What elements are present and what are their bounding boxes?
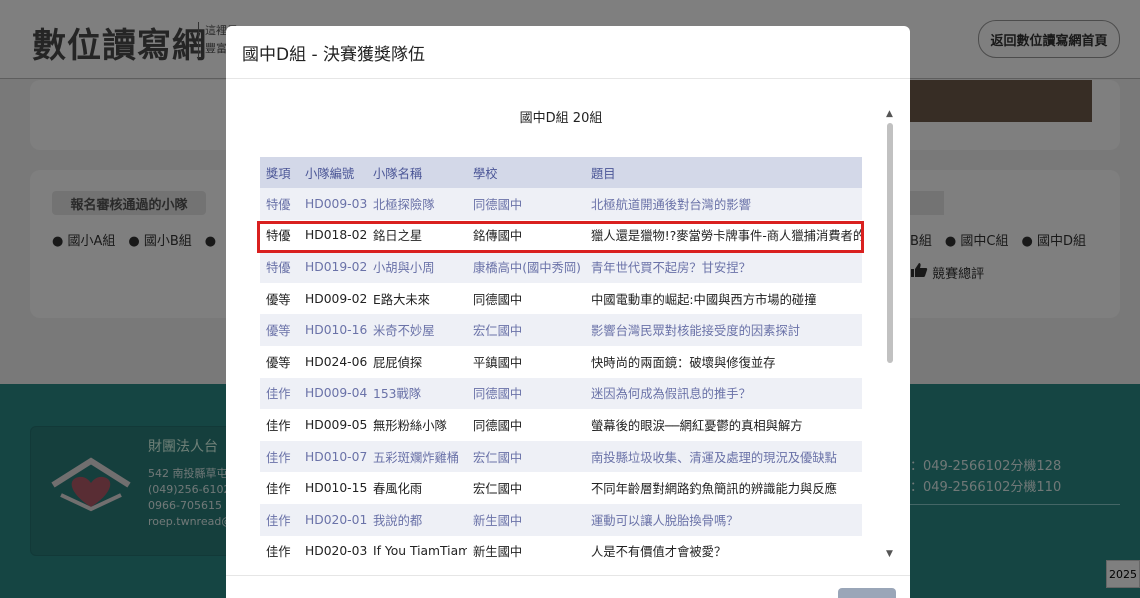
modal-header: 國中D組 - 決賽獲獎隊伍 [226, 26, 910, 79]
table-row: 佳作 HD020-01 我說的都 新生國中 運動可以讓人脫胎換骨嗎？ [260, 503, 862, 536]
cell-topic: 中國電動車的崛起:中國與西方市場的碰撞 [585, 282, 862, 315]
table-row: 佳作 HD020-03 If You TiamTiam 新生國中 人是不有價值才… [260, 535, 862, 568]
cell-award: 優等 [260, 282, 299, 315]
cell-team-id: HD010-16 [299, 314, 367, 346]
cell-school: 同德國中 [467, 282, 585, 315]
cell-team-name: 無形粉絲小隊 [367, 409, 467, 441]
cell-school: 平鎮國中 [467, 345, 585, 378]
scrollbar-thumb[interactable] [887, 123, 893, 363]
table-row: 優等 HD010-16 米奇不妙屋 宏仁國中 影響台灣民眾對核能接受度的因素探討 [260, 314, 862, 346]
cell-team-name: 153戰隊 [367, 377, 467, 410]
cell-team-name: E路大未來 [367, 282, 467, 315]
awards-table: 獎項 小隊編號 小隊名稱 學校 題目 特優 HD009-03 北極探險隊 同德國… [260, 157, 862, 568]
cell-school: 宏仁國中 [467, 440, 585, 473]
cell-team-name: 小胡與小周 [367, 251, 467, 283]
cell-team-name: If You TiamTiam [367, 535, 467, 568]
scroll-up-arrow-icon[interactable]: ▲ [886, 109, 893, 119]
cell-award: 佳作 [260, 535, 299, 568]
table-row: 優等 HD009-02 E路大未來 同德國中 中國電動車的崛起:中國與西方市場的… [260, 282, 862, 315]
cell-school: 新生國中 [467, 535, 585, 568]
cell-award: 佳作 [260, 377, 299, 410]
header-team-id: 小隊編號 [299, 157, 367, 188]
cell-award: 優等 [260, 345, 299, 378]
cell-school: 宏仁國中 [467, 314, 585, 346]
cell-topic: 人是不有價值才會被愛？ [585, 535, 862, 568]
cell-team-name: 我說的都 [367, 503, 467, 536]
cell-team-id: HD009-04 [299, 377, 367, 410]
table-row: 佳作 HD009-04 153戰隊 同德國中 迷因為何成為假訊息的推手？ [260, 377, 862, 410]
cell-topic: 迷因為何成為假訊息的推手？ [585, 377, 862, 410]
table-header-row: 獎項 小隊編號 小隊名稱 學校 題目 [260, 157, 862, 188]
table-row: 特優 HD009-03 北極探險隊 同德國中 北極航道開通後對台灣的影響 [260, 188, 862, 220]
cell-team-id: HD009-03 [299, 188, 367, 220]
cell-topic: 青年世代買不起房？甘安捏？ [585, 251, 862, 283]
cell-award: 佳作 [260, 503, 299, 536]
cell-award: 佳作 [260, 409, 299, 441]
cell-award: 特優 [260, 251, 299, 283]
cell-award: 優等 [260, 314, 299, 346]
cell-team-id: HD010-15 [299, 472, 367, 504]
cell-team-id: HD020-03 [299, 535, 367, 568]
header-award: 獎項 [260, 157, 299, 188]
scroll-down-arrow-icon[interactable]: ▼ [886, 549, 893, 559]
header-topic: 題目 [585, 157, 862, 188]
group-count-heading: 國中D組 20組 [519, 111, 603, 126]
cell-topic: 螢幕後的眼淚──網紅憂鬱的真相與解方 [585, 409, 862, 441]
cell-topic: 北極航道開通後對台灣的影響 [585, 188, 862, 220]
awards-modal: 國中D組 - 決賽獲獎隊伍 國中D組 20組 獎項 小隊編號 小隊名稱 學校 題… [226, 26, 910, 598]
table-row: 特優 HD019-02 小胡與小周 康橋高中(國中秀岡) 青年世代買不起房？甘安… [260, 251, 862, 283]
cell-topic: 不同年齡層對網路釣魚簡訊的辨識能力與反應 [585, 472, 862, 504]
header-school: 學校 [467, 157, 585, 188]
modal-title: 國中D組 - 決賽獲獎隊伍 [242, 44, 426, 65]
table-row: 佳作 HD010-15 春風化雨 宏仁國中 不同年齡層對網路釣魚簡訊的辨識能力與… [260, 472, 862, 504]
cell-team-id: HD009-05 [299, 409, 367, 441]
cell-school: 新生國中 [467, 503, 585, 536]
highlighted-row-outline [257, 221, 864, 253]
cell-topic: 運動可以讓人脫胎換骨嗎？ [585, 503, 862, 536]
cell-award: 特優 [260, 188, 299, 220]
cell-team-id: HD020-01 [299, 503, 367, 536]
cell-topic: 快時尚的兩面鏡：破壞與修復並存 [585, 345, 862, 378]
close-button[interactable] [838, 588, 896, 598]
cell-team-id: HD010-07 [299, 440, 367, 473]
header-team-name: 小隊名稱 [367, 157, 467, 188]
table-row: 佳作 HD010-07 五彩斑斕炸雞桶 宏仁國中 南投縣垃圾收集、清運及處理的現… [260, 440, 862, 473]
cell-team-id: HD019-02 [299, 251, 367, 283]
cell-topic: 影響台灣民眾對核能接受度的因素探討 [585, 314, 862, 346]
cell-school: 同德國中 [467, 188, 585, 220]
cell-school: 宏仁國中 [467, 472, 585, 504]
cell-team-name: 五彩斑斕炸雞桶 [367, 440, 467, 473]
cell-team-name: 米奇不妙屋 [367, 314, 467, 346]
cell-team-id: HD024-06 [299, 345, 367, 378]
cell-team-id: HD009-02 [299, 282, 367, 315]
modal-body[interactable]: 國中D組 20組 獎項 小隊編號 小隊名稱 學校 題目 特優 HD009-03 … [226, 79, 910, 575]
cell-school: 同德國中 [467, 409, 585, 441]
table-row: 佳作 HD009-05 無形粉絲小隊 同德國中 螢幕後的眼淚──網紅憂鬱的真相與… [260, 409, 862, 441]
cell-team-name: 屁屁偵探 [367, 345, 467, 378]
table-row: 優等 HD024-06 屁屁偵探 平鎮國中 快時尚的兩面鏡：破壞與修復並存 [260, 345, 862, 378]
cell-team-name: 北極探險隊 [367, 188, 467, 220]
cell-topic: 南投縣垃圾收集、清運及處理的現況及優缺點 [585, 440, 862, 473]
cell-school: 同德國中 [467, 377, 585, 410]
cell-team-name: 春風化雨 [367, 472, 467, 504]
cell-award: 佳作 [260, 440, 299, 473]
cell-school: 康橋高中(國中秀岡) [467, 251, 585, 283]
modal-footer [226, 575, 910, 598]
cell-award: 佳作 [260, 472, 299, 504]
